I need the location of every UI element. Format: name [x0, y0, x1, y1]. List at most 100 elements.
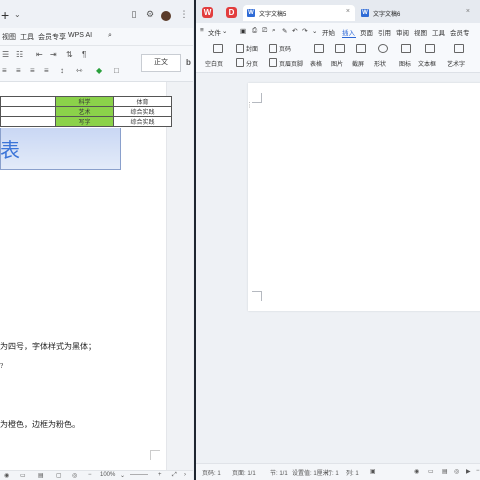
icon-button[interactable]: 图标: [399, 59, 411, 68]
header-footer-icon[interactable]: [269, 58, 277, 67]
blank-page-icon[interactable]: [213, 44, 223, 53]
header-footer-button[interactable]: 页眉页脚: [279, 59, 303, 68]
cover-icon[interactable]: [236, 44, 244, 53]
scroll-right-icon[interactable]: ›: [184, 472, 186, 478]
line-spacing-icon[interactable]: ↕: [60, 66, 64, 75]
art-text-button[interactable]: 艺术字: [447, 59, 465, 68]
menu-tools[interactable]: 工具: [20, 32, 34, 42]
paragraph-handle-icon[interactable]: ⋮: [246, 101, 253, 109]
align-center-icon[interactable]: ≡: [16, 66, 21, 75]
outline-icon[interactable]: ▤: [442, 468, 448, 475]
save-icon[interactable]: ▣: [240, 27, 246, 35]
menu-view[interactable]: 视图: [2, 32, 16, 42]
settings-icon[interactable]: ⚙: [144, 9, 156, 19]
menu-tools[interactable]: 工具: [432, 27, 445, 37]
sort-icon[interactable]: ⇅: [66, 50, 73, 59]
page-view-icon[interactable]: ▢: [56, 472, 62, 479]
page-number-icon[interactable]: [269, 44, 277, 53]
docer-logo-icon[interactable]: D: [226, 7, 237, 18]
close-icon[interactable]: ×: [466, 8, 470, 15]
zoom-out-icon[interactable]: −: [88, 472, 92, 478]
outline-icon[interactable]: ▤: [38, 472, 44, 479]
layout-icon[interactable]: ▭: [20, 472, 26, 479]
eye-icon[interactable]: ◉: [4, 472, 9, 479]
menu-view[interactable]: 视图: [414, 27, 427, 37]
textbox-button[interactable]: 文本框: [418, 59, 436, 68]
indent-icon[interactable]: ⇤: [36, 50, 43, 59]
more-icon[interactable]: ⌄: [312, 27, 317, 35]
menu-member[interactable]: 会员专: [450, 27, 470, 37]
menu-file[interactable]: 文件: [208, 27, 221, 37]
table-icon[interactable]: [314, 44, 324, 53]
track-changes-icon[interactable]: ▣: [370, 468, 376, 475]
style-normal-box[interactable]: 正文: [141, 54, 181, 72]
close-icon[interactable]: ×: [346, 8, 350, 15]
icon-library-icon[interactable]: [401, 44, 411, 53]
menu-insert[interactable]: 插入: [342, 27, 355, 37]
art-text-icon[interactable]: [454, 44, 464, 53]
zoom-out-icon[interactable]: −: [476, 468, 480, 474]
export-pdf-icon[interactable]: ⎙: [252, 27, 257, 35]
tab-document-5[interactable]: W 文字文稿5 ×: [243, 5, 355, 21]
page-number-button[interactable]: 页码: [279, 44, 291, 53]
section-button[interactable]: 分页: [246, 59, 258, 68]
eye-icon[interactable]: ◉: [414, 468, 419, 475]
chevron-down-icon[interactable]: ⌄: [222, 27, 227, 35]
menu-review[interactable]: 审阅: [396, 27, 409, 37]
menu-member[interactable]: 会员专享: [38, 32, 66, 42]
zoom-slider[interactable]: ———: [130, 472, 148, 478]
table-button[interactable]: 表格: [310, 59, 322, 68]
menu-page[interactable]: 页面: [360, 27, 373, 37]
image-icon[interactable]: [335, 44, 345, 53]
cover-button[interactable]: 封面: [246, 44, 258, 53]
style-more-icon[interactable]: b: [186, 58, 191, 67]
chevron-down-icon[interactable]: ⌄: [120, 472, 125, 479]
menu-reference[interactable]: 引用: [378, 27, 391, 37]
print-preview-icon[interactable]: ⌕: [272, 27, 276, 35]
shape-icon[interactable]: [378, 44, 388, 53]
window-layout-icon[interactable]: ▯: [128, 9, 140, 19]
align-right-icon[interactable]: ≡: [30, 66, 35, 75]
menu-start[interactable]: 开始: [322, 27, 335, 37]
shape-button[interactable]: 形状: [374, 59, 386, 68]
left-title-bar: + ⌄ ▯ ⚙ ⋮: [0, 0, 193, 28]
show-marks-icon[interactable]: ¶: [82, 50, 86, 59]
status-col: 列: 1: [346, 471, 359, 477]
web-view-icon[interactable]: ◎: [454, 468, 459, 475]
hamburger-icon[interactable]: ≡: [200, 27, 204, 34]
blank-page-button[interactable]: 空白页: [205, 59, 223, 68]
screenshot-button[interactable]: 截屏: [352, 59, 364, 68]
undo-icon[interactable]: ↶: [292, 27, 297, 35]
search-icon[interactable]: ⌕: [108, 32, 112, 40]
redo-icon[interactable]: ↷: [302, 27, 307, 35]
zoom-level[interactable]: 100%: [100, 472, 115, 478]
numbered-list-icon[interactable]: ☷: [16, 50, 23, 59]
zoom-in-icon[interactable]: +: [158, 472, 162, 478]
more-icon[interactable]: ⋮: [178, 9, 190, 19]
image-button[interactable]: 图片: [331, 59, 343, 68]
outdent-icon[interactable]: ⇥: [50, 50, 57, 59]
format-painter-icon[interactable]: ✎: [282, 27, 287, 35]
web-view-icon[interactable]: ◎: [72, 472, 77, 479]
border-icon[interactable]: □: [114, 66, 119, 75]
tab-document-6[interactable]: W 文字文稿6 ×: [357, 5, 475, 21]
wps-logo-icon[interactable]: W: [202, 7, 213, 18]
wps-ai-menu[interactable]: WPS AI: [68, 32, 92, 39]
list-icon[interactable]: ☰: [2, 50, 9, 59]
chevron-down-icon[interactable]: ⌄: [14, 10, 21, 19]
textbox-icon[interactable]: [425, 44, 435, 53]
play-icon[interactable]: ▶: [466, 468, 471, 475]
new-tab-icon[interactable]: +: [1, 7, 9, 23]
page-view-icon[interactable]: ▭: [428, 468, 434, 475]
screenshot-icon[interactable]: [356, 44, 366, 53]
distributed-icon[interactable]: ⇿: [76, 66, 83, 75]
justify-icon[interactable]: ≡: [44, 66, 49, 75]
right-document-window: W D W 文字文稿5 × W 文字文稿6 × ≡ 文件 ⌄ ▣ ⎙ ⎚ ⌕ ✎…: [194, 0, 480, 480]
fill-color-icon[interactable]: ◆: [96, 66, 102, 75]
align-left-icon[interactable]: ≡: [2, 66, 7, 75]
fit-icon[interactable]: ⤢: [172, 472, 177, 479]
print-icon[interactable]: ⎚: [262, 27, 267, 35]
avatar[interactable]: [161, 11, 171, 21]
blank-page[interactable]: [248, 83, 480, 311]
section-icon[interactable]: [236, 58, 244, 67]
